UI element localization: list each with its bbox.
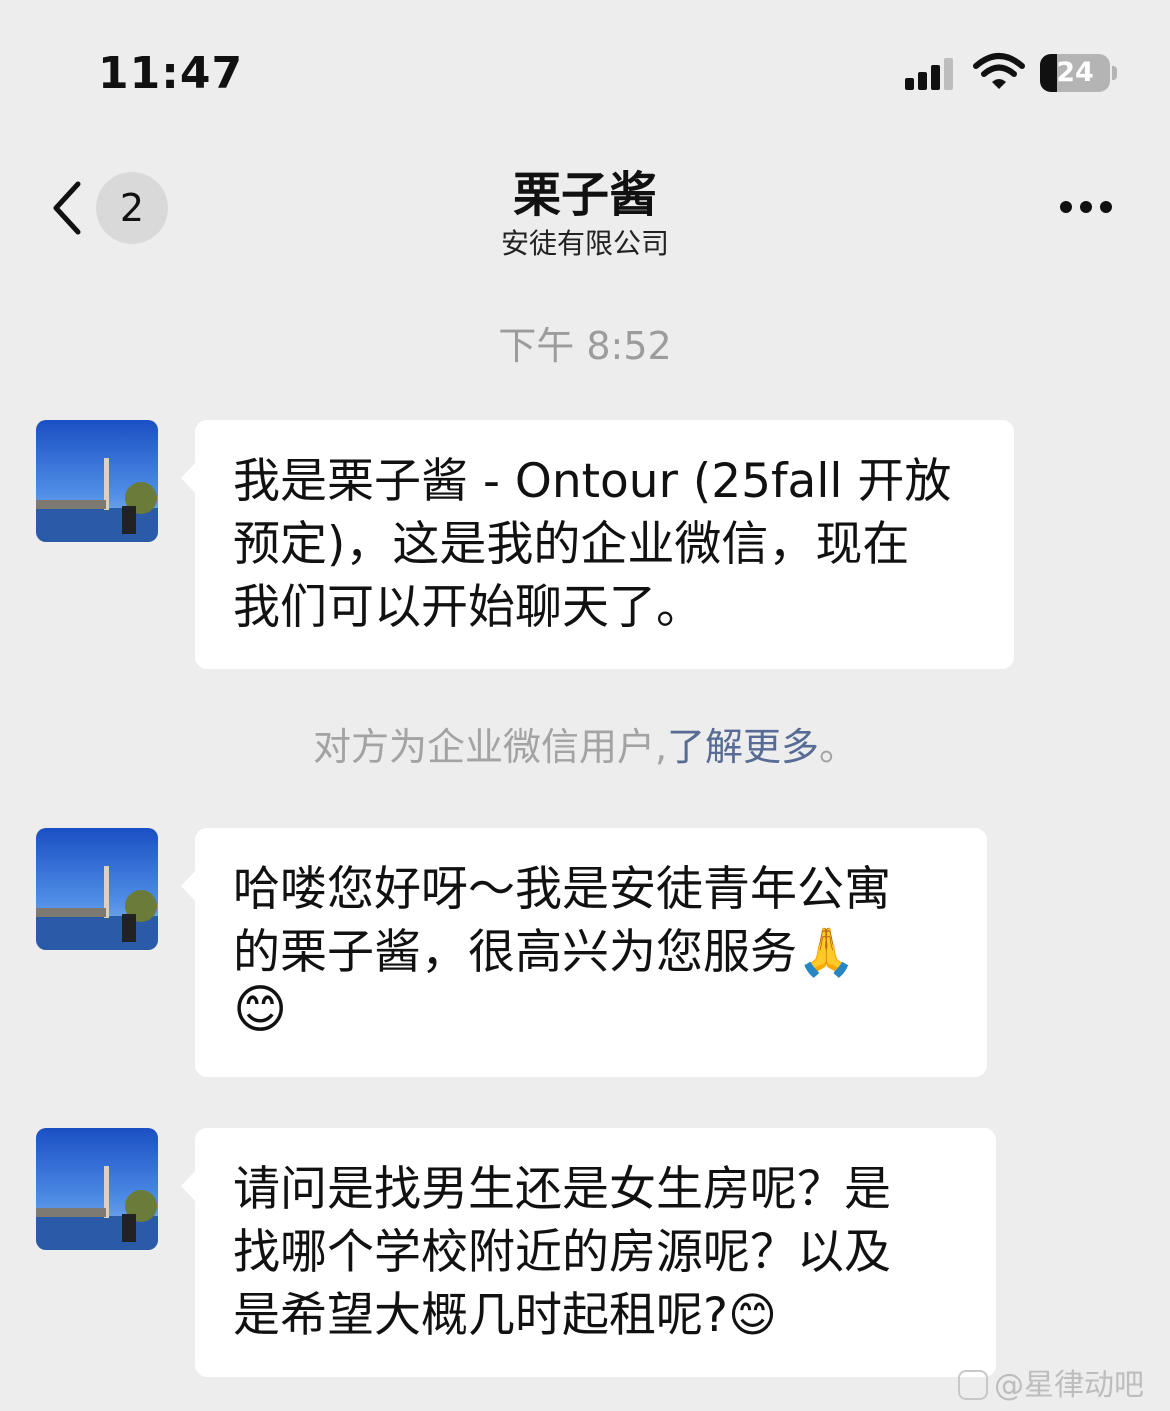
contact-avatar[interactable] bbox=[36, 828, 158, 950]
cellular-signal-icon bbox=[905, 58, 953, 90]
watermark-text: @星律动吧 bbox=[994, 1368, 1144, 1403]
bubble-tail bbox=[181, 1170, 196, 1202]
message-line: 是希望大概几时起租呢?😊 bbox=[233, 1288, 777, 1343]
status-bar: 11:47 24 bbox=[0, 0, 1170, 130]
message-line: 的栗子酱，很高兴为您服务🙏 bbox=[233, 925, 856, 980]
bubble-tail bbox=[181, 870, 196, 902]
status-time: 11:47 bbox=[98, 48, 244, 99]
message-timestamp: 下午 8:52 bbox=[498, 324, 672, 368]
message-line: 我们可以开始聊天了。 bbox=[233, 580, 703, 635]
wifi-icon bbox=[973, 53, 1025, 89]
system-notice-text: 对方为企业微信用户, bbox=[312, 725, 668, 769]
message-bubble[interactable]: 我是栗子酱 - Ontour (25fall 开放 预定)，这是我的企业微信，现… bbox=[181, 420, 1014, 669]
message-bubble[interactable]: 哈喽您好呀～我是安徒青年公寓 的栗子酱，很高兴为您服务🙏 😊 bbox=[181, 828, 987, 1077]
message-line: 我是栗子酱 - Ontour (25fall 开放 bbox=[233, 454, 952, 509]
learn-more-link[interactable]: 了解更多 bbox=[667, 725, 819, 769]
message-line: 预定)，这是我的企业微信，现在 bbox=[233, 517, 910, 572]
smile-emoji-icon: 😊 bbox=[233, 980, 288, 1040]
bubble-tail bbox=[181, 462, 196, 494]
battery-cap bbox=[1112, 66, 1117, 80]
watermark: @星律动吧 bbox=[958, 1360, 1144, 1404]
contact-avatar[interactable] bbox=[36, 1128, 158, 1250]
back-button[interactable]: 2 bbox=[40, 170, 180, 246]
more-button[interactable] bbox=[1050, 185, 1120, 229]
chevron-left-icon bbox=[53, 181, 81, 235]
message-line: 请问是找男生还是女生房呢？是 bbox=[233, 1162, 891, 1217]
weibo-logo-icon bbox=[958, 1370, 988, 1400]
message-line: 哈喽您好呀～我是安徒青年公寓 bbox=[233, 862, 891, 917]
battery-level: 24 bbox=[1056, 57, 1094, 88]
unread-count-badge: 2 bbox=[96, 172, 168, 244]
battery-icon: 24 bbox=[1040, 54, 1110, 92]
system-notice-suffix: 。 bbox=[819, 725, 858, 769]
chat-title: 栗子酱 bbox=[512, 167, 657, 223]
chat-subtitle: 安徒有限公司 bbox=[500, 227, 669, 260]
contact-avatar[interactable] bbox=[36, 420, 158, 542]
message-bubble[interactable]: 请问是找男生还是女生房呢？是 找哪个学校附近的房源呢？以及 是希望大概几时起租呢… bbox=[181, 1128, 996, 1377]
system-notice: 对方为企业微信用户,了解更多。 bbox=[200, 716, 970, 771]
message-line: 找哪个学校附近的房源呢？以及 bbox=[233, 1225, 891, 1280]
